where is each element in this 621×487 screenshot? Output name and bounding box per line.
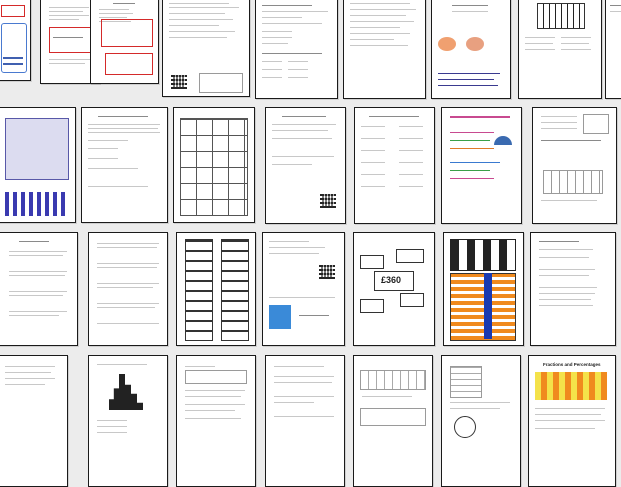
page-heading: Fractions and Percentages (543, 362, 601, 367)
table (360, 408, 426, 426)
bar-chart (109, 374, 143, 410)
table (199, 73, 243, 93)
answer-boxes (583, 114, 609, 134)
dominoes-left (185, 239, 213, 341)
puzzle-grid (180, 118, 248, 216)
crossword-grid (537, 3, 585, 29)
table (450, 366, 482, 398)
card (360, 255, 384, 269)
preview-page-23[interactable] (443, 232, 524, 346)
table (360, 370, 426, 390)
table (543, 170, 603, 194)
preview-page-6[interactable] (343, 0, 426, 99)
preview-page-21[interactable] (262, 232, 345, 346)
card: £360 (374, 271, 414, 291)
preview-page-13[interactable] (265, 107, 346, 224)
qr-code (319, 263, 335, 279)
highlight-box (105, 53, 153, 75)
preview-page-20[interactable] (176, 232, 256, 346)
coloured-table (450, 273, 516, 341)
tree-diagram (454, 416, 476, 438)
preview-page-18[interactable] (0, 232, 78, 346)
bar-chart (5, 192, 67, 216)
umbrella-icon (494, 136, 512, 145)
preview-page-19[interactable] (88, 232, 168, 346)
preview-page-28[interactable] (176, 355, 256, 487)
highlight-box (101, 19, 153, 47)
preview-page-31[interactable] (441, 355, 521, 487)
preview-page-8[interactable] (518, 0, 602, 99)
blue-card (269, 305, 291, 329)
preview-page-3[interactable] (90, 0, 159, 84)
preview-page-15[interactable] (441, 107, 522, 224)
preview-page-10[interactable] (0, 107, 76, 223)
crossword-grid (450, 239, 516, 271)
preview-page-22[interactable]: £360 (353, 232, 435, 346)
card (396, 249, 424, 263)
card (360, 299, 384, 313)
blue-column (484, 273, 492, 339)
preview-page-7[interactable] (431, 0, 511, 99)
preview-page-32[interactable]: Fractions and Percentages (528, 355, 616, 487)
preview-page-29[interactable] (265, 355, 345, 487)
highlight-box (49, 27, 95, 53)
preview-page-26[interactable] (0, 355, 68, 487)
blue-frame (1, 23, 27, 73)
preview-page-9[interactable] (605, 0, 621, 99)
preview-page-5[interactable] (255, 0, 338, 99)
preview-page-11[interactable] (81, 107, 168, 223)
preview-page-1[interactable] (0, 0, 31, 81)
table (185, 370, 247, 384)
card (400, 293, 424, 307)
coloured-grid (535, 372, 607, 400)
preview-page-4[interactable] (162, 0, 250, 97)
preview-page-12[interactable] (173, 107, 255, 223)
qr-code (320, 192, 336, 208)
preview-page-30[interactable] (353, 355, 433, 487)
highlight-box (1, 5, 25, 17)
table (5, 118, 69, 180)
qr-code (171, 73, 187, 89)
amount-label: £360 (381, 275, 402, 285)
dominoes-right (221, 239, 249, 341)
preview-page-24[interactable] (530, 232, 616, 346)
preview-page-27[interactable] (88, 355, 168, 487)
preview-page-16-top[interactable] (532, 107, 617, 224)
preview-page-14[interactable] (354, 107, 435, 224)
pie-image (466, 37, 484, 51)
pie-image (438, 37, 456, 51)
